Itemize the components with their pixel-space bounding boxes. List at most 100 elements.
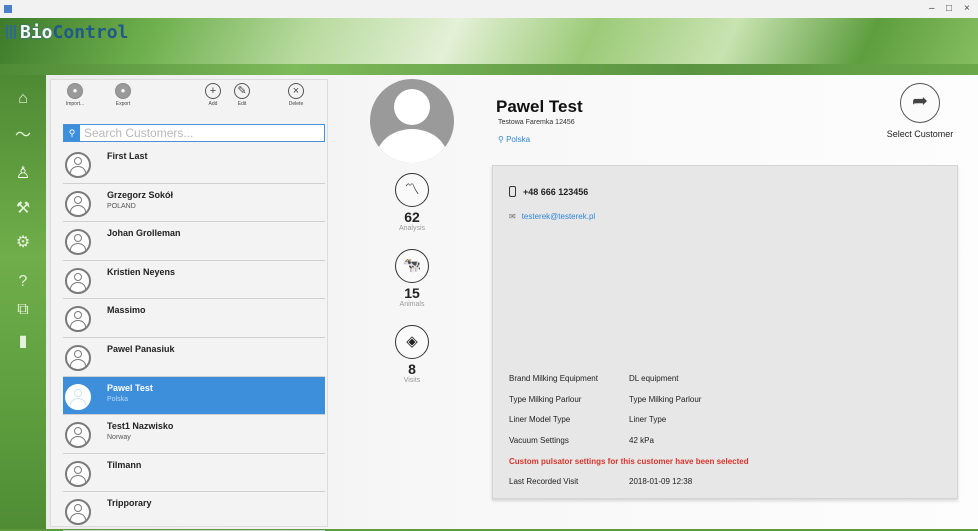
delete-customer-button[interactable]: × Delete <box>281 83 311 107</box>
home-icon[interactable]: ⌂ <box>13 89 33 109</box>
pencil-icon: ✎ <box>234 83 250 99</box>
add-customer-button[interactable]: + Add <box>198 83 228 107</box>
analysis-count: 62 <box>404 209 420 225</box>
select-customer-label: Select Customer <box>886 129 954 139</box>
property-row: Vacuum Settings 42 kPa <box>509 436 749 457</box>
avatar-icon <box>65 422 91 449</box>
property-value: DL equipment <box>629 374 679 383</box>
customer-row[interactable]: First Last <box>63 145 325 184</box>
settings-icon[interactable]: ⚙ <box>13 233 33 253</box>
customer-name: Tripporary <box>107 498 152 509</box>
customer-avatar-large <box>370 79 454 163</box>
breadcrumb <box>0 64 978 75</box>
property-row: Liner Model Type Liner Type <box>509 415 749 436</box>
animals-stat[interactable]: 🐄 15 Animals <box>384 249 440 308</box>
add-label: Add <box>208 101 218 107</box>
customer-name: Pawel Panasiuk <box>107 343 175 354</box>
customer-name: Test1 Nazwisko <box>107 421 174 432</box>
import-button[interactable]: ● Import... <box>60 83 90 107</box>
customer-name: Grzegorz Sokół <box>107 189 174 200</box>
analysis-stat[interactable]: 〽 62 Analysis <box>384 173 440 232</box>
select-customer-button[interactable]: ➦ Select Customer <box>875 83 965 139</box>
customer-row[interactable]: Massimo <box>63 299 325 338</box>
edit-customer-button[interactable]: ✎ Edit <box>227 83 257 107</box>
customer-row[interactable]: Pawel Panasiuk <box>63 338 325 377</box>
avatar-icon <box>65 306 91 333</box>
layers-icon: ◈ <box>395 325 429 359</box>
logo-grid-icon <box>6 25 18 39</box>
import-icon: ● <box>67 83 83 99</box>
analysis-label: Analysis <box>398 225 426 232</box>
share-arrow-icon: ➦ <box>900 83 940 123</box>
property-key: Brand Milking Equipment <box>509 374 598 383</box>
customer-country: Norway <box>107 434 131 442</box>
customer-name: First Last <box>107 151 148 161</box>
customer-list-pane: ● Import... ● Export + Add ✎ Edit × Dele… <box>50 79 328 531</box>
avatar-icon <box>65 229 91 256</box>
property-key: Type Milking Parlour <box>509 394 582 404</box>
customer-row[interactable]: Kristien Neyens <box>63 261 325 300</box>
avatar-icon <box>65 460 91 487</box>
customer-farm: Testowa Faremka 12456 <box>498 119 575 126</box>
nav-rail: ⌂ 〜 ♙ ⚒ ⚙ ? ⧉ ▮ <box>0 75 46 529</box>
app-header: BioControl <box>0 18 978 64</box>
customer-row[interactable]: Grzegorz Sokół POLAND <box>63 184 325 223</box>
customer-row[interactable]: Tripporary <box>63 492 325 531</box>
customer-row[interactable]: Johan Grolleman <box>63 222 325 261</box>
property-row: Last Recorded Visit 2018-01-09 12:38 <box>509 477 749 498</box>
customer-search: ⚲ <box>63 124 325 142</box>
devices-icon[interactable]: ⧉ <box>13 300 33 320</box>
main-panel: ● Import... ● Export + Add ✎ Edit × Dele… <box>46 75 978 531</box>
avatar-icon <box>65 499 91 526</box>
avatar-icon <box>65 267 91 294</box>
customer-country: Polska <box>107 395 129 403</box>
exit-door-icon[interactable]: ▮ <box>13 332 33 352</box>
customer-name: Kristien Neyens <box>107 266 176 277</box>
customer-name: Johan Grolleman <box>107 228 181 239</box>
property-value: Liner Type <box>629 415 667 425</box>
customer-email[interactable]: ✉ testerek@testerek.pl <box>509 212 595 221</box>
search-icon[interactable]: ⚲ <box>64 125 80 141</box>
customer-phone: +48 666 123456 <box>509 186 588 197</box>
analysis-chart-icon[interactable]: 〜 <box>13 126 33 146</box>
export-icon: ● <box>115 83 131 99</box>
delete-x-icon: × <box>288 83 304 99</box>
export-button[interactable]: ● Export <box>108 83 138 107</box>
visits-count: 8 <box>408 361 416 377</box>
visits-label: Visits <box>403 377 421 384</box>
customer-country: POLAND <box>107 202 136 210</box>
property-row: Type Milking Parlour Type Milking Parlour <box>509 395 749 416</box>
customer-list: First Last Grzegorz Sokół POLAND Johan G… <box>63 145 325 531</box>
customer-name: Pawel Test <box>107 382 153 393</box>
customer-row-selected[interactable]: Pawel Test Polska <box>63 376 325 416</box>
customer-name: Tilmann <box>107 459 142 470</box>
email-icon: ✉ <box>509 212 516 221</box>
maximize-button[interactable]: □ <box>946 3 952 14</box>
property-value: 42 kPa <box>629 436 654 446</box>
property-row: Brand Milking Equipment DL equipment <box>509 374 749 395</box>
customer-detail-card: +48 666 123456 ✉ testerek@testerek.pl Bra… <box>492 165 958 499</box>
delete-label: Delete <box>288 101 304 107</box>
close-button[interactable]: × <box>964 3 970 14</box>
import-label: Import... <box>65 101 85 107</box>
last-visit-value: 2018-01-09 12:38 <box>629 477 693 487</box>
plus-icon: + <box>205 83 221 99</box>
phone-icon <box>509 186 516 197</box>
customers-icon[interactable]: ♙ <box>13 164 33 184</box>
location-pin-icon: ⚲ <box>498 135 507 144</box>
minimize-button[interactable]: – <box>929 3 935 14</box>
customer-row[interactable]: Tilmann <box>63 454 325 493</box>
app-icon <box>4 5 12 13</box>
biocontrol-logo: BioControl <box>6 22 128 43</box>
search-input[interactable] <box>84 125 314 141</box>
cow-icon: 🐄 <box>395 249 429 283</box>
customer-toolbar: ● Import... ● Export + Add ✎ Edit × Dele… <box>51 80 327 120</box>
window-title-bar: – □ × <box>0 0 978 19</box>
customer-row[interactable]: Test1 Nazwisko Norway <box>63 415 325 454</box>
property-value: Type Milking Parlour <box>629 394 702 404</box>
avatar-icon <box>65 344 91 371</box>
visits-stat[interactable]: ◈ 8 Visits <box>384 325 440 384</box>
help-icon[interactable]: ? <box>13 272 33 292</box>
property-key: Liner Model Type <box>509 415 571 425</box>
tools-icon[interactable]: ⚒ <box>13 199 33 219</box>
